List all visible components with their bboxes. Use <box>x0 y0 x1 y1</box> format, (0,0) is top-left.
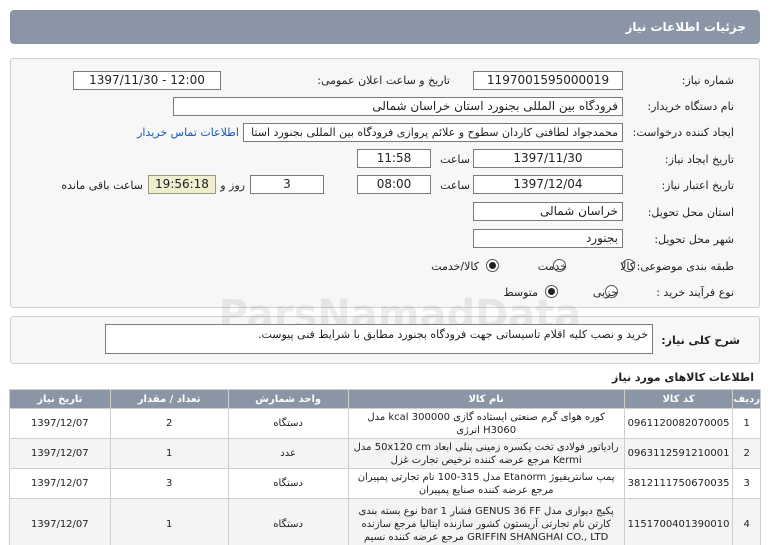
cell-row: 2 <box>732 438 761 469</box>
cell-code: 3812111750670035 <box>623 468 734 499</box>
days-label: روز و <box>220 179 245 192</box>
created-time-label: ساعت <box>440 153 470 166</box>
cell-row: 4 <box>732 498 761 545</box>
contact-info-link[interactable]: اطلاعات تماس خریدار <box>137 126 239 139</box>
table-row[interactable]: 2 0963112591210001 رادیاتور فولادی تخت ی… <box>9 438 761 469</box>
valid-date-field[interactable]: 1397/12/04 <box>473 175 623 194</box>
table-row[interactable]: 1 0961120082070005 کوره هوای گرم صنعتی ا… <box>9 408 761 439</box>
process-radio-medium[interactable] <box>545 285 558 298</box>
cell-name: کوره هوای گرم صنعتی ایستاده گازی 300000 … <box>347 408 625 439</box>
cell-qty: 1 <box>109 498 229 545</box>
remaining-time-field: 19:56:18 <box>148 175 216 194</box>
col-date: تاریخ نیاز <box>9 389 111 409</box>
process-option-minor: جزیی <box>592 286 618 299</box>
cell-unit: دستگاه <box>227 408 349 439</box>
remaining-days-field[interactable]: 3 <box>250 175 324 194</box>
col-row: ردیف <box>732 389 761 409</box>
need-number-label: شماره نیاز: <box>681 74 734 87</box>
cell-name: پمپ سانتریفیوژ Etanorm مدل 315-100 نام ت… <box>347 468 625 499</box>
goods-table: ردیف کد کالا نام کالا واحد شمارش تعداد /… <box>9 389 761 545</box>
cell-qty: 3 <box>109 468 229 499</box>
col-unit: واحد شمارش <box>227 389 349 409</box>
goods-table-header: ردیف کد کالا نام کالا واحد شمارش تعداد /… <box>9 389 761 409</box>
description-field[interactable]: خرید و نصب کلیه اقلام تاسیساتی جهت فرودگ… <box>105 324 653 354</box>
cell-name: پکیج دیواری مدل GENUS 36 FF فشار 1 bar ن… <box>347 498 625 545</box>
valid-time-field[interactable]: 08:00 <box>357 175 431 194</box>
cell-name: رادیاتور فولادی تخت یکسره زمینی پنلی ابع… <box>347 438 625 469</box>
city-label: شهر محل تحویل: <box>654 233 734 246</box>
cell-unit: عدد <box>227 438 349 469</box>
category-option-goods-service: کالا/خدمت <box>431 260 479 273</box>
page-title: جزئیات اطلاعات نیاز <box>625 20 746 34</box>
description-label: شرح کلی نیاز: <box>661 334 740 347</box>
category-option-goods: کالا <box>620 260 635 273</box>
created-time-field[interactable]: 11:58 <box>357 149 431 168</box>
table-row[interactable]: 4 1151700401390010 پکیج دیواری مدل GENUS… <box>9 498 761 545</box>
process-label: نوع فرآیند خرید : <box>656 286 734 299</box>
city-field[interactable]: بجنورد <box>473 229 623 248</box>
col-name: نام کالا <box>347 389 625 409</box>
cell-row: 3 <box>732 468 761 499</box>
announce-label: تاریخ و ساعت اعلان عمومی: <box>317 74 450 87</box>
category-radio-goods-service[interactable] <box>486 259 499 272</box>
cell-qty: 1 <box>109 438 229 469</box>
announce-field[interactable]: 1397/11/30 - 12:00 <box>73 71 221 90</box>
category-option-service: خدمت <box>537 260 567 273</box>
cell-unit: دستگاه <box>227 498 349 545</box>
cell-unit: دستگاه <box>227 468 349 499</box>
cell-date: 1397/12/07 <box>9 408 111 439</box>
cell-code: 1151700401390010 <box>623 498 734 545</box>
valid-time-label: ساعت <box>440 179 470 192</box>
col-code: کد کالا <box>623 389 734 409</box>
page-title-bar: جزئیات اطلاعات نیاز <box>10 10 760 44</box>
valid-date-label: تاریخ اعتبار نیاز: <box>661 179 734 192</box>
goods-section-title: اطلاعات کالاهای مورد نیاز <box>612 371 754 384</box>
cell-qty: 2 <box>109 408 229 439</box>
cell-date: 1397/12/07 <box>9 498 111 545</box>
creator-label: ایجاد کننده درخواست: <box>632 126 734 139</box>
need-number-field[interactable]: 1197001595000019 <box>473 71 623 90</box>
created-date-field[interactable]: 1397/11/30 <box>473 149 623 168</box>
cell-date: 1397/12/07 <box>9 438 111 469</box>
remaining-label: ساعت باقی مانده <box>61 179 143 192</box>
created-date-label: تاریخ ایجاد نیاز: <box>664 153 734 166</box>
buyer-label: نام دستگاه خریدار: <box>647 100 734 113</box>
province-label: استان محل تحویل: <box>647 206 734 219</box>
category-label: طبقه بندی موضوعی: <box>636 260 734 273</box>
province-field[interactable]: خراسان شمالی <box>473 202 623 221</box>
cell-date: 1397/12/07 <box>9 468 111 499</box>
process-option-medium: متوسط <box>503 286 538 299</box>
creator-field[interactable]: محمدجواد لطافتی کاردان سطوح و علائم پروا… <box>243 123 623 142</box>
col-qty: تعداد / مقدار <box>109 389 229 409</box>
cell-code: 0961120082070005 <box>623 408 734 439</box>
cell-row: 1 <box>732 408 761 439</box>
cell-code: 0963112591210001 <box>623 438 734 469</box>
table-row[interactable]: 3 3812111750670035 پمپ سانتریفیوژ Etanor… <box>9 468 761 499</box>
buyer-field[interactable]: فرودگاه بین المللی بجنورد استان خراسان ش… <box>173 97 623 116</box>
